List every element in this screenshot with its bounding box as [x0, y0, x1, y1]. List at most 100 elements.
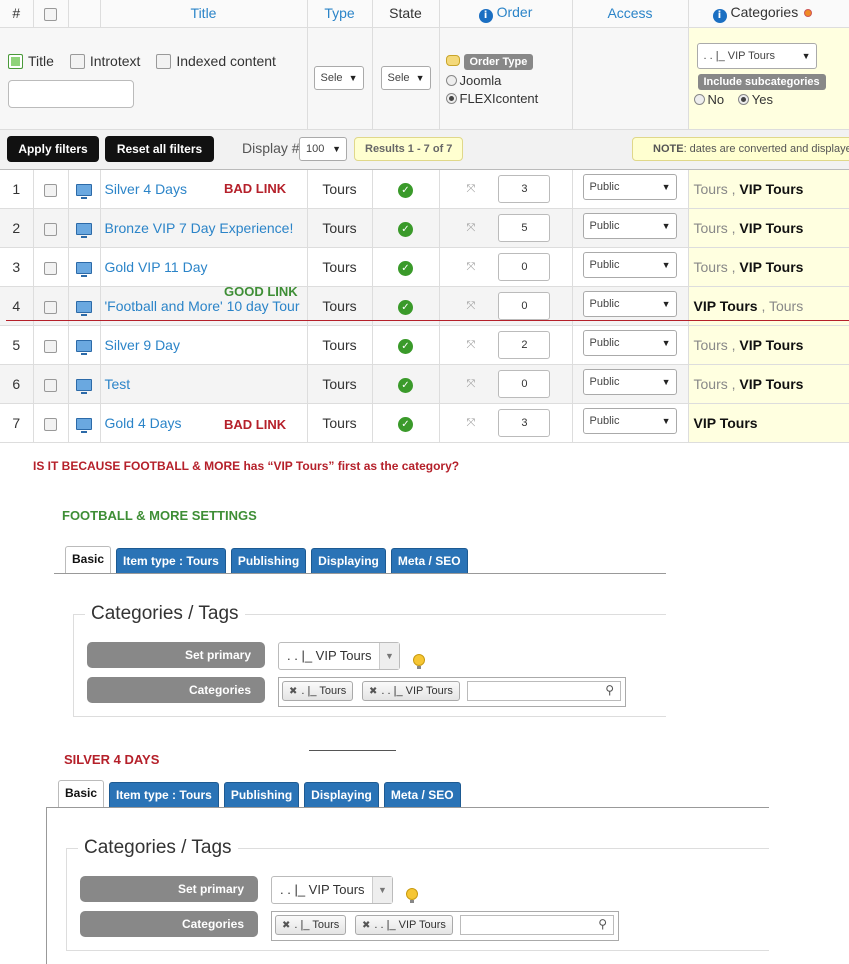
category-link[interactable]: VIP Tours	[739, 220, 803, 236]
order-input[interactable]: 2	[498, 330, 551, 359]
football-chip-vip-tours[interactable]: ✖ . . |_ VIP Tours	[362, 681, 460, 701]
col-categories-header[interactable]: i Categories	[688, 0, 849, 28]
row-title-link[interactable]: Silver 9 Day	[100, 325, 308, 365]
category-link[interactable]: Tours	[694, 259, 728, 275]
tab-item-type[interactable]: Item type : Tours	[116, 548, 226, 574]
apply-filters-button[interactable]: Apply filters	[7, 135, 99, 162]
access-select[interactable]: Public ▼	[582, 213, 677, 239]
order-flexi-option[interactable]: FLEXIcontent	[445, 91, 538, 106]
published-check-icon[interactable]: ✓	[398, 260, 413, 276]
football-categories-box[interactable]: ✖ . |_ Tours ✖ . . |_ VIP Tours ⚲	[278, 677, 626, 707]
order-flexi-radio[interactable]	[445, 92, 457, 104]
introtext-checkbox[interactable]	[69, 53, 85, 69]
col-type-header[interactable]: Type	[307, 0, 373, 28]
access-select[interactable]: Public ▼	[582, 369, 677, 395]
preview-icon[interactable]	[76, 300, 92, 316]
order-input[interactable]: 0	[498, 252, 551, 281]
indexed-option[interactable]: Indexed content	[156, 53, 276, 69]
order-input[interactable]: 0	[498, 291, 551, 320]
category-link[interactable]: Tours	[694, 220, 728, 236]
tab-displaying[interactable]: Displaying	[304, 782, 379, 808]
row-checkbox[interactable]	[44, 183, 57, 197]
tab-publishing[interactable]: Publishing	[230, 548, 307, 574]
drag-handle-icon[interactable]: ⤧	[467, 338, 481, 352]
published-check-icon[interactable]: ✓	[398, 221, 413, 237]
order-input[interactable]: 3	[498, 174, 551, 203]
category-link[interactable]: Tours	[694, 337, 728, 353]
row-checkbox[interactable]	[44, 261, 57, 275]
published-check-icon[interactable]: ✓	[398, 338, 413, 354]
category-link[interactable]: VIP Tours	[739, 337, 803, 353]
include-yes-radio[interactable]	[737, 93, 749, 105]
row-icon-cell[interactable]	[68, 247, 101, 287]
tab-basic[interactable]: Basic	[58, 780, 105, 808]
preview-icon[interactable]	[76, 339, 92, 355]
drag-handle-icon[interactable]: ⤧	[467, 299, 481, 313]
introtext-option[interactable]: Introtext	[69, 53, 140, 69]
category-link[interactable]: VIP Tours	[739, 259, 803, 275]
drag-handle-icon[interactable]: ⤧	[467, 182, 481, 196]
drag-handle-icon[interactable]: ⤧	[467, 260, 481, 274]
col-order-header[interactable]: i Order	[439, 0, 573, 28]
row-select-cell[interactable]	[33, 403, 69, 443]
silver-chip-vip-tours[interactable]: ✖ . . |_ VIP Tours	[355, 915, 453, 935]
drag-handle-icon[interactable]: ⤧	[467, 377, 481, 391]
row-checkbox[interactable]	[44, 339, 57, 353]
table-row[interactable]: 2 Bronze VIP 7 Day Experience! Tours ✓ ⤧…	[0, 208, 849, 248]
order-input[interactable]: 3	[498, 408, 551, 437]
category-link[interactable]: VIP Tours	[739, 376, 803, 392]
table-row[interactable]: 6 Test Tours ✓ ⤧ 0 Public ▼ Tours , VIP T…	[0, 364, 849, 404]
state-filter-select[interactable]: Sele ▼	[380, 65, 431, 90]
row-checkbox[interactable]	[44, 300, 57, 314]
search-input[interactable]	[8, 79, 134, 108]
preview-icon[interactable]	[76, 378, 92, 394]
title-checkbox[interactable]	[8, 53, 23, 69]
published-check-icon[interactable]: ✓	[398, 182, 413, 198]
access-select[interactable]: Public ▼	[582, 291, 677, 317]
category-link[interactable]: Tours	[769, 298, 803, 314]
access-select[interactable]: Public ▼	[582, 330, 677, 356]
title-option[interactable]: Title	[8, 53, 54, 69]
table-row[interactable]: 7 Gold 4 Days Tours ✓ ⤧ 3 Public ▼ VIP To…	[0, 403, 849, 443]
order-joomla-option[interactable]: Joomla	[445, 73, 501, 88]
include-no-radio[interactable]	[693, 93, 705, 105]
remove-icon[interactable]: ✖	[282, 920, 290, 931]
col-title-header[interactable]: Title	[100, 0, 308, 28]
preview-icon[interactable]	[76, 183, 92, 199]
published-check-icon[interactable]: ✓	[398, 299, 413, 315]
remove-icon[interactable]: ✖	[289, 686, 297, 697]
row-select-cell[interactable]	[33, 364, 69, 404]
silver-categories-box[interactable]: ✖ . |_ Tours ✖ . . |_ VIP Tours ⚲	[271, 911, 619, 941]
access-select[interactable]: Public ▼	[582, 174, 677, 200]
row-icon-cell[interactable]	[68, 169, 101, 209]
row-state-cell[interactable]: ✓	[372, 208, 440, 248]
select-all-checkbox[interactable]	[44, 8, 57, 22]
tab-publishing[interactable]: Publishing	[223, 782, 300, 808]
row-checkbox[interactable]	[44, 417, 57, 431]
category-link[interactable]: Tours	[694, 181, 728, 197]
include-no-option[interactable]: No	[693, 92, 724, 107]
reset-filters-button[interactable]: Reset all filters	[105, 135, 214, 162]
published-check-icon[interactable]: ✓	[398, 416, 413, 432]
football-category-search[interactable]: ⚲	[467, 681, 621, 701]
table-row[interactable]: 1 Silver 4 Days Tours ✓ ⤧ 3 Public ▼ Tour…	[0, 169, 849, 209]
order-input[interactable]: 5	[498, 213, 551, 242]
row-state-cell[interactable]: ✓	[372, 325, 440, 365]
tab-displaying[interactable]: Displaying	[311, 548, 386, 574]
row-icon-cell[interactable]	[68, 325, 101, 365]
remove-icon[interactable]: ✖	[362, 920, 370, 931]
row-state-cell[interactable]: ✓	[372, 169, 440, 209]
row-title-link[interactable]: Bronze VIP 7 Day Experience!	[100, 208, 308, 248]
row-title-link[interactable]: Gold VIP 11 Day	[100, 247, 308, 287]
drag-handle-icon[interactable]: ⤧	[467, 221, 481, 235]
row-state-cell[interactable]: ✓	[372, 364, 440, 404]
tab-basic[interactable]: Basic	[65, 546, 112, 574]
tab-meta-seo[interactable]: Meta / SEO	[383, 782, 461, 808]
row-select-cell[interactable]	[33, 247, 69, 287]
row-select-cell[interactable]	[33, 169, 69, 209]
category-link[interactable]: VIP Tours	[739, 181, 803, 197]
category-link[interactable]: Tours	[694, 376, 728, 392]
table-row[interactable]: 5 Silver 9 Day Tours ✓ ⤧ 2 Public ▼ Tours…	[0, 325, 849, 365]
include-yes-option[interactable]: Yes	[737, 92, 773, 107]
access-select[interactable]: Public ▼	[582, 252, 677, 278]
